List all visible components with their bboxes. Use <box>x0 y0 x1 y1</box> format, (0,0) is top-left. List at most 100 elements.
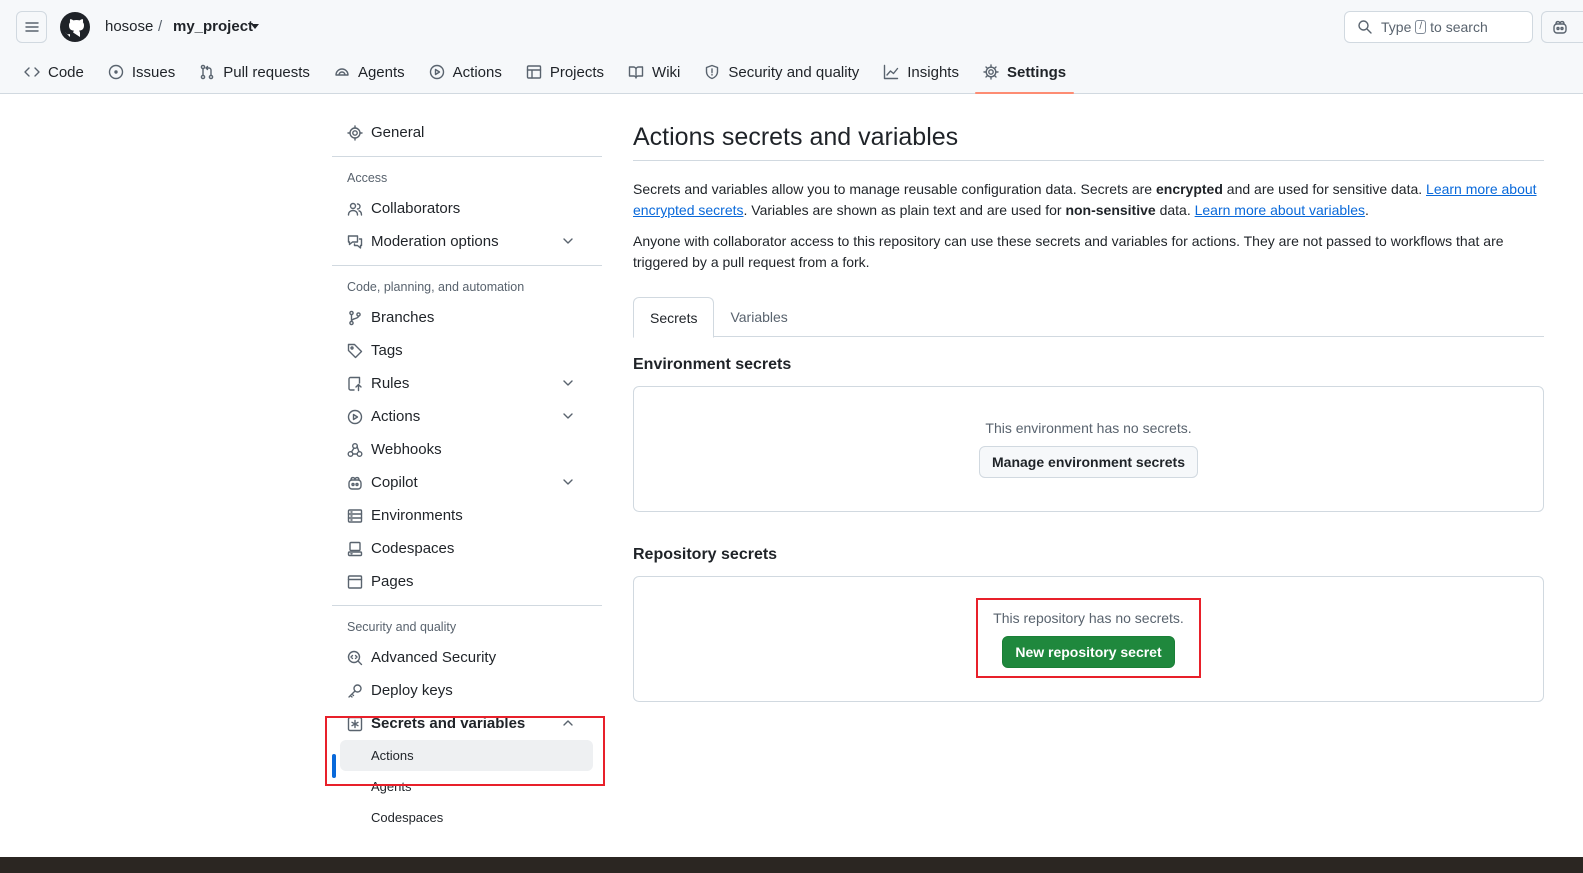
sidebar-subitem-codespaces[interactable]: Codespaces <box>332 802 602 833</box>
table-icon <box>526 65 542 79</box>
sidebar-item-rules[interactable]: Rules <box>332 367 602 400</box>
app-header: hosose / my_project Type / to search Cod… <box>0 0 1583 94</box>
page-title: Actions secrets and variables <box>633 116 1544 161</box>
sidebar-item-label: General <box>371 124 425 141</box>
sidebar-item-label: Tags <box>371 342 403 359</box>
intro-text: Secrets and variables allow you to manag… <box>633 181 1156 197</box>
github-logo-icon[interactable] <box>59 11 91 43</box>
key-icon <box>348 683 362 698</box>
sidebar-item-label: Branches <box>371 309 435 326</box>
breadcrumb-repo[interactable]: my_project <box>173 18 253 35</box>
play-icon <box>429 64 444 80</box>
repository-secrets-title: Repository secrets <box>633 546 778 563</box>
tab-agents[interactable]: Agents <box>326 52 413 92</box>
menu-button[interactable] <box>16 11 47 43</box>
tab-projects[interactable]: Projects <box>518 52 612 92</box>
sidebar-item-actions[interactable]: Actions <box>332 400 602 433</box>
sidebar-item-moderation[interactable]: Moderation options <box>332 225 602 258</box>
tab-wiki[interactable]: Wiki <box>620 52 688 92</box>
search-icon <box>1358 20 1372 34</box>
secrets-variables-tabs: Secrets Variables <box>633 297 1544 338</box>
taskbar-strip <box>0 857 1583 873</box>
intro-text: . Variables are shown as plain text and … <box>743 202 1066 218</box>
tab-code[interactable]: Code <box>16 52 92 92</box>
sidebar-subitem-label: Codespaces <box>371 810 444 825</box>
copilot-button[interactable] <box>1541 11 1583 43</box>
tab-variables[interactable]: Variables <box>714 297 803 337</box>
tab-label: Projects <box>549 63 605 81</box>
search-suffix: to search <box>1430 19 1488 35</box>
code-icon <box>24 67 40 77</box>
pull-request-icon <box>200 64 214 80</box>
sidebar-item-label: Copilot <box>371 474 418 491</box>
sidebar-item-tags[interactable]: Tags <box>332 334 602 367</box>
gear-icon <box>983 64 999 80</box>
tab-label: Settings <box>1006 63 1067 81</box>
sidebar-item-label: Pages <box>371 573 414 590</box>
sidebar-item-label: Webhooks <box>371 441 442 458</box>
repo-caret-icon[interactable] <box>251 24 259 29</box>
manage-environment-secrets-button[interactable]: Manage environment secrets <box>979 446 1198 478</box>
learn-more-variables-link[interactable]: Learn more about variables <box>1195 202 1365 218</box>
tab-label: Wiki <box>652 63 681 81</box>
tab-issues[interactable]: Issues <box>100 52 183 92</box>
tab-label: Issues <box>131 63 176 81</box>
sidebar-item-label: Actions <box>371 408 421 425</box>
hamburger-icon <box>24 22 39 32</box>
intro-text: . <box>1365 202 1369 218</box>
browser-icon <box>347 574 363 589</box>
search-input[interactable]: Type / to search <box>1344 11 1533 43</box>
sidebar-item-label: Rules <box>371 375 410 392</box>
webhook-icon <box>347 442 363 457</box>
tab-security[interactable]: Security and quality <box>696 52 867 92</box>
sidebar-item-label: Environments <box>371 507 463 524</box>
sidebar-item-label: Collaborators <box>371 200 461 217</box>
tab-secrets[interactable]: Secrets <box>633 297 715 338</box>
breadcrumb-separator: / <box>158 18 163 35</box>
sidebar-item-advanced-security[interactable]: Advanced Security <box>332 641 602 674</box>
chevron-down-icon <box>563 413 573 419</box>
environment-empty-message: This environment has no secrets. <box>985 420 1192 436</box>
comment-discussion-icon <box>347 234 363 249</box>
tab-label: Pull requests <box>223 63 310 81</box>
tab-label: Actions <box>452 63 502 81</box>
tab-label: Security and quality <box>728 63 860 81</box>
highlight-box-new-secret <box>976 598 1201 678</box>
sidebar-item-webhooks[interactable]: Webhooks <box>332 433 602 466</box>
sidebar-item-environments[interactable]: Environments <box>332 499 602 532</box>
copilot-icon <box>348 476 362 490</box>
tab-label: Code <box>48 63 84 81</box>
graph-icon <box>884 64 899 80</box>
tab-settings[interactable]: Settings <box>974 52 1075 94</box>
tab-label: Agents <box>357 63 405 81</box>
book-icon <box>628 66 644 79</box>
sidebar-heading-access: Access <box>347 171 388 185</box>
issue-icon <box>108 64 124 80</box>
sidebar-item-pages[interactable]: Pages <box>332 565 602 598</box>
collaborator-note: Anyone with collaborator access to this … <box>633 233 1504 270</box>
environment-secrets-title: Environment secrets <box>633 356 792 373</box>
play-icon <box>347 409 363 424</box>
tab-actions[interactable]: Actions <box>421 52 510 92</box>
codespaces-icon <box>347 541 363 556</box>
divider <box>332 605 602 606</box>
sidebar-item-collaborators[interactable]: Collaborators <box>332 192 602 225</box>
sidebar-item-general[interactable]: General <box>332 116 602 149</box>
environment-secrets-box: This environment has no secrets. Manage … <box>633 386 1544 512</box>
gear-icon <box>347 124 363 141</box>
search-shortcut-key: / <box>1415 20 1427 34</box>
intro-paragraph: Secrets and variables allow you to manag… <box>633 179 1544 221</box>
sidebar-item-label: Advanced Security <box>371 649 497 666</box>
intro-text: data. <box>1155 202 1195 218</box>
sidebar-item-codespaces[interactable]: Codespaces <box>332 532 602 565</box>
tab-insights[interactable]: Insights <box>875 52 967 92</box>
breadcrumb-owner[interactable]: hosose <box>105 18 153 35</box>
sidebar-item-deploy-keys[interactable]: Deploy keys <box>332 674 602 707</box>
sidebar-item-branches[interactable]: Branches <box>332 301 602 334</box>
tab-pull-requests[interactable]: Pull requests <box>191 52 318 92</box>
people-icon <box>347 202 363 216</box>
sidebar-item-copilot[interactable]: Copilot <box>332 466 602 499</box>
chevron-down-icon <box>563 479 573 485</box>
sidebar-item-label: Deploy keys <box>371 682 453 699</box>
repo-push-icon <box>348 376 362 391</box>
